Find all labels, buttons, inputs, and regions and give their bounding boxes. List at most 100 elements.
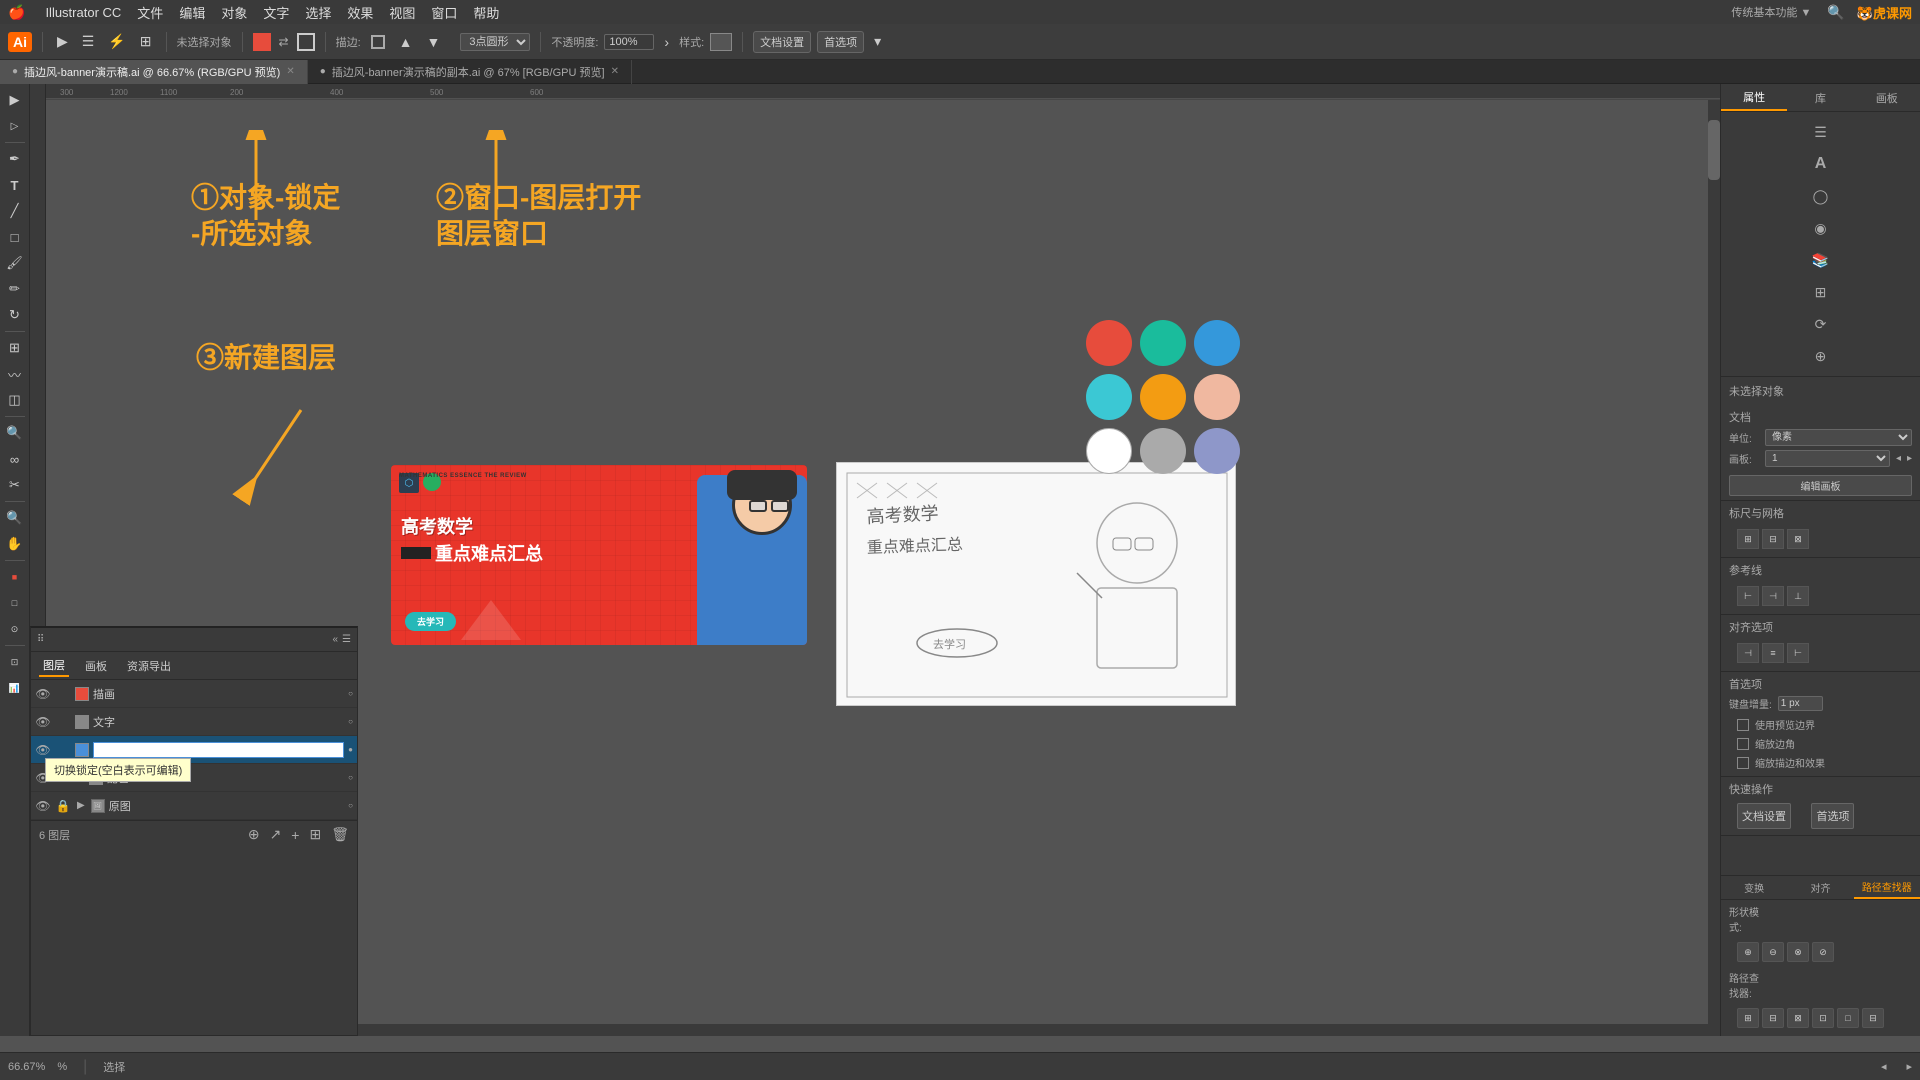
layers-tab-artboard[interactable]: 画板 — [81, 656, 111, 676]
layer-editing-lock[interactable]: 🔒 — [55, 743, 71, 757]
layer-row-editing[interactable]: 👁 🔒 ● — [31, 736, 357, 764]
more-options-icon[interactable]: ▾ — [870, 31, 885, 52]
divide-btn[interactable]: ⊞ — [1737, 1008, 1759, 1028]
rp-appearance-icon[interactable]: ◉ — [1809, 216, 1833, 240]
stroke-increase-icon[interactable]: ▲ — [395, 32, 417, 52]
key-inc-input[interactable] — [1778, 696, 1823, 711]
opacity-input[interactable] — [604, 34, 654, 50]
rp-libraries-icon[interactable]: 📚 — [1809, 248, 1833, 272]
artboard-tool[interactable]: ⊡ — [3, 650, 27, 674]
text-tool[interactable]: T — [3, 173, 27, 197]
rp-tab-library[interactable]: 库 — [1787, 84, 1853, 111]
stroke-swatch[interactable]: □ — [3, 591, 27, 615]
menu-select[interactable]: 选择 — [297, 3, 339, 22]
canvas-swatch-orange[interactable] — [1140, 374, 1186, 420]
rp-pathfinder-icon[interactable]: ⊕ — [1809, 344, 1833, 368]
paintbrush-tool[interactable]: 🖌 — [3, 251, 27, 275]
pen-tool[interactable]: ✒ — [3, 147, 27, 171]
snap-bounds-checkbox[interactable] — [1737, 719, 1749, 731]
opacity-arrow-icon[interactable]: › — [660, 32, 673, 52]
preferences-button[interactable]: 首选项 — [817, 31, 864, 53]
screen-mode[interactable]: ⊙ — [3, 617, 27, 641]
move-layer-btn[interactable]: ↗ — [270, 826, 282, 843]
layer-row-colors[interactable]: 👁 🔒 ▶ 配色 ○ — [31, 764, 357, 792]
rect-tool[interactable]: □ — [3, 225, 27, 249]
make-guides-btn[interactable]: ⊢ — [1737, 586, 1759, 606]
panel-menu-btn[interactable]: ☰ — [342, 634, 351, 645]
canvas-swatch-cyan[interactable] — [1086, 374, 1132, 420]
select-tool-icon[interactable]: ▶ — [53, 31, 72, 52]
panel-drag-handle[interactable]: ⠿ — [37, 634, 44, 645]
layer-row-draw[interactable]: 👁 🔒 描画 ○ — [31, 680, 357, 708]
panel-collapse-btn[interactable]: « — [332, 634, 338, 645]
menu-object[interactable]: 对象 — [213, 3, 255, 22]
canvas-swatch-blue[interactable] — [1194, 320, 1240, 366]
snap-grid-btn[interactable]: ⊠ — [1787, 529, 1809, 549]
scissors-tool[interactable]: ✂ — [3, 473, 27, 497]
layer-original-expand[interactable]: ▶ — [77, 800, 85, 811]
layer-colors-eye[interactable]: 👁 — [35, 771, 51, 785]
tab-copy[interactable]: ● 插边风-banner演示稿的副本.ai @ 67% [RGB/GPU 预览]… — [308, 60, 632, 84]
exclude-btn[interactable]: ⊘ — [1812, 942, 1834, 962]
magic-wand-icon[interactable]: ⚡ — [104, 31, 129, 52]
quick-preferences-btn[interactable]: 首选项 — [1811, 803, 1854, 829]
stroke-decrease-icon[interactable]: ▼ — [423, 32, 445, 52]
layers-tab-layers[interactable]: 图层 — [39, 655, 69, 677]
quick-doc-settings-btn[interactable]: 文档设置 — [1737, 803, 1791, 829]
doc-settings-button[interactable]: 文档设置 — [753, 31, 811, 53]
banner-cta-button[interactable]: 去学习 — [405, 612, 456, 631]
layer-text-eye[interactable]: 👁 — [35, 715, 51, 729]
canvas-swatch-gray[interactable] — [1140, 428, 1186, 474]
canvas-area[interactable]: 300 1200 1100 200 400 500 600 — [30, 84, 1720, 1036]
canvas-swatch-green[interactable] — [1140, 320, 1186, 366]
align-right-btn[interactable]: ⊢ — [1787, 643, 1809, 663]
rp-properties-icon[interactable]: ☰ — [1809, 120, 1833, 144]
layer-draw-lock[interactable]: 🔒 — [55, 687, 71, 701]
layer-original-eye[interactable]: 👁 — [35, 799, 51, 813]
edit-board-button[interactable]: 编辑画板 — [1729, 475, 1912, 496]
layer-name-input[interactable] — [93, 742, 344, 758]
style-preview[interactable] — [710, 33, 732, 51]
scale-effects-checkbox[interactable] — [1737, 757, 1749, 769]
direct-select-icon[interactable]: ☰ — [78, 31, 99, 52]
stroke-color-box[interactable] — [297, 33, 315, 51]
tab-main-close[interactable]: ✕ — [286, 66, 294, 77]
menu-file[interactable]: 文件 — [129, 3, 171, 22]
layer-colors-lock[interactable]: 🔒 — [55, 771, 71, 785]
align-tab[interactable]: 对齐 — [1787, 876, 1853, 899]
lock-guides-btn[interactable]: ⊥ — [1787, 586, 1809, 606]
minus-front-btn[interactable]: ⊖ — [1762, 942, 1784, 962]
tab-main[interactable]: ● 插边风-banner演示稿.ai @ 66.67% (RGB/GPU 预览)… — [0, 60, 308, 84]
pathfinder-tab[interactable]: 路径查找器 — [1854, 876, 1920, 899]
unit-select[interactable]: 像素 — [1765, 429, 1912, 446]
canvas-swatch-white[interactable] — [1086, 428, 1132, 474]
corner-scale-checkbox[interactable] — [1737, 738, 1749, 750]
selection-tool[interactable]: ▶ — [3, 88, 27, 112]
outline-btn[interactable]: □ — [1837, 1008, 1859, 1028]
intersect-btn[interactable]: ⊗ — [1787, 942, 1809, 962]
scroll-bar-right[interactable] — [1708, 100, 1720, 1036]
menu-app[interactable]: Illustrator CC — [37, 5, 129, 20]
tab-copy-close[interactable]: ✕ — [611, 66, 619, 77]
menu-help[interactable]: 帮助 — [465, 3, 507, 22]
align-left-btn[interactable]: ⊣ — [1737, 643, 1759, 663]
apple-menu[interactable]: 🍎 — [8, 4, 25, 21]
layer-row-text[interactable]: 👁 🔒 文字 ○ — [31, 708, 357, 736]
unite-btn[interactable]: ⊕ — [1737, 942, 1759, 962]
layer-draw-eye[interactable]: 👁 — [35, 687, 51, 701]
merge-btn[interactable]: ⊠ — [1787, 1008, 1809, 1028]
chart-tool[interactable]: 📊 — [3, 676, 27, 700]
arrange-icon[interactable]: ⊞ — [136, 31, 156, 52]
hand-tool[interactable]: ✋ — [3, 532, 27, 556]
menu-edit[interactable]: 编辑 — [171, 3, 213, 22]
delete-layer-btn[interactable]: 🗑 — [331, 826, 349, 843]
direct-selection-tool[interactable]: ▷ — [3, 114, 27, 138]
copy-layer-btn[interactable]: ⊞ — [309, 826, 321, 843]
warp-tool[interactable]: 〰 — [3, 362, 27, 386]
menu-view[interactable]: 视图 — [381, 3, 423, 22]
rp-transform-icon[interactable]: ⟳ — [1809, 312, 1833, 336]
align-center-btn[interactable]: ≡ — [1762, 643, 1784, 663]
rp-tab-properties[interactable]: 属性 — [1721, 84, 1787, 111]
menu-effect[interactable]: 效果 — [339, 3, 381, 22]
canvas-swatch-peach[interactable] — [1194, 374, 1240, 420]
